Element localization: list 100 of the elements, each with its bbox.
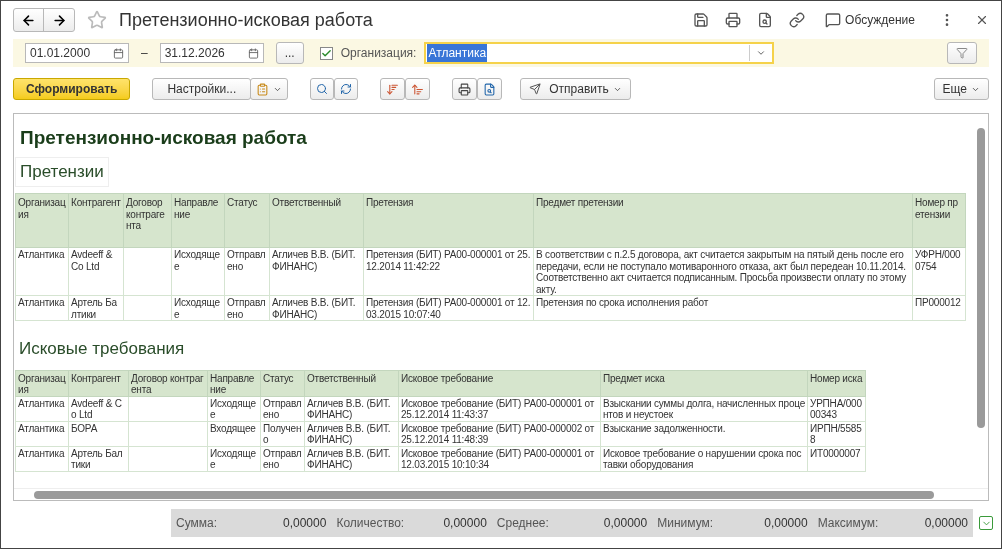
back-arrow-icon [21, 12, 36, 28]
settings-button[interactable]: Настройки... [152, 78, 252, 100]
date-field[interactable]: 31.12.2026 [159, 43, 264, 63]
period-button[interactable]: ... [275, 42, 304, 64]
column-header: Предмет претензии [533, 193, 913, 248]
clipboard-icon [256, 82, 270, 96]
horizontal-scrollbar[interactable] [14, 488, 988, 500]
table-cell: Исходящее [207, 446, 261, 471]
column-header: Направление [171, 193, 225, 248]
generate-button[interactable]: Сформировать [13, 78, 131, 100]
table-cell: Avdeeff & Co Ltd [68, 396, 129, 421]
link-icon[interactable] [789, 12, 806, 28]
total-value: 0,00000 [443, 515, 487, 532]
speech-bubble-icon [825, 12, 842, 28]
report-title: Претензионно-исковая работа [20, 126, 308, 150]
table-cell: Исковое требование о нарушении срока поставки оборудования [600, 446, 808, 471]
calendar-icon[interactable] [247, 47, 259, 59]
section-heading: Претензии [15, 156, 109, 187]
date-range-dash: – [141, 45, 148, 62]
preview-icon[interactable] [757, 12, 774, 28]
table-cell: Претензия (БИТ) РА00-000001 от 12.03.2015 10:07:40 [363, 295, 534, 321]
table-cell: Артель Балтики [68, 446, 129, 471]
table-cell: Входящее [207, 421, 261, 446]
section-heading: Исковые требования [18, 338, 186, 360]
column-header: Статус [260, 370, 305, 396]
dropdown-icon[interactable] [756, 48, 767, 58]
column-header: Номер претензии [912, 193, 966, 248]
preview-icon [483, 82, 497, 96]
table-cell: Исковое требование (БИТ) РА00-000002 от 25.12.2014 11:48:39 [398, 421, 601, 446]
table-cell: Атлантика [15, 295, 69, 321]
table-cell: Артель Балтики [68, 295, 124, 321]
table-cell: Исходящее [171, 295, 225, 321]
search-icon [316, 83, 329, 95]
calendar-icon[interactable] [113, 47, 124, 59]
table-cell: Агличев В.В. (БИТ.ФИНАНС) [304, 396, 399, 421]
column-header: Организация [15, 193, 69, 248]
expand-groups-button[interactable] [380, 78, 406, 100]
print-icon[interactable] [725, 12, 742, 28]
column-header: Номер иска [807, 370, 866, 396]
discussion-button[interactable]: Обсуждение [825, 11, 915, 29]
more-button[interactable]: Еще [933, 78, 989, 100]
table-cell: БОРА [68, 421, 129, 446]
total-value: 0,00000 [924, 515, 969, 532]
table-cell: ИРПН/55858 [807, 421, 866, 446]
total-label: Количество: [336, 515, 405, 532]
total-label: Сумма: [176, 515, 218, 532]
table-cell: Взыскание задолженности. [600, 421, 808, 446]
table-cell: Атлантика [15, 396, 69, 421]
table-cell: Агличев В.В. (БИТ.ФИНАНС) [304, 421, 399, 446]
refresh-icon [340, 83, 353, 95]
column-header: Контрагент [68, 193, 124, 248]
table-cell: УРПНА/00000343 [807, 396, 866, 421]
table-cell: В соответствии с п.2.5 договора, акт считается закрытым на пятый день после его передачи, если не поступало мотиваронного отказа, акт был передеан 10.11.2014. Соответственно акт считается подписанным. Просьба произвести оплату по этому акту. [533, 247, 913, 296]
table-cell: Отправлено [260, 396, 305, 421]
column-header: Организация [15, 370, 69, 396]
window-title: Претензионно-исковая работа [119, 8, 373, 32]
table-cell: Исходящее [171, 247, 225, 296]
column-header: Договор контрагента [128, 370, 208, 396]
column-header: Предмет иска [600, 370, 808, 396]
organization-checkbox[interactable] [319, 46, 333, 60]
column-header: Исковое требование [398, 370, 601, 396]
find-button[interactable] [310, 78, 335, 100]
column-header: Контрагент [68, 370, 129, 396]
total-label: Минимум: [657, 515, 714, 532]
table-cell: Атлантика [15, 247, 69, 296]
sort-down-icon [386, 82, 400, 96]
total-value: 0,00000 [283, 515, 327, 532]
date-field[interactable]: 01.01.2000 [25, 43, 129, 63]
table-cell: Avdeeff & Co Ltd [68, 247, 124, 296]
organization-field[interactable]: Атлантика [424, 42, 775, 64]
funnel-icon [956, 47, 968, 59]
send-button[interactable]: Отправить [520, 78, 631, 100]
collapse-groups-button[interactable] [405, 78, 431, 100]
column-header: Направление [207, 370, 261, 396]
print-button[interactable] [452, 78, 478, 100]
table-cell: Отправлено [260, 446, 305, 471]
table-cell: Агличев В.В. (БИТ.ФИНАНС) [304, 446, 399, 471]
table-cell: Исковое требование (БИТ) РА00-000001 от 12.03.2015 10:10:34 [398, 446, 601, 471]
table-cell: Претензия по срока исполнения работ [533, 295, 913, 321]
favorite-star-icon[interactable] [87, 10, 107, 30]
organization-label: Организация: [340, 45, 417, 62]
table-cell: Исходящее [207, 396, 261, 421]
total-label: Среднее: [496, 515, 549, 532]
table-cell: Исковое требование (БИТ) РА00-000001 от 25.12.2014 11:43:37 [398, 396, 601, 421]
column-header: Договор контрагента [123, 193, 172, 248]
expand-totals-icon[interactable] [979, 516, 993, 530]
print-preview-button[interactable] [477, 78, 503, 100]
total-label: Максимум: [817, 515, 879, 532]
table-cell: Атлантика [15, 421, 69, 446]
find-next-button[interactable] [334, 78, 359, 100]
sort-up-icon [411, 82, 425, 96]
table-cell [123, 247, 172, 296]
table-cell: Агличев В.В. (БИТ.ФИНАНС) [269, 295, 364, 321]
column-header: Ответственный [269, 193, 364, 248]
table-cell: Отправлено [224, 295, 270, 321]
table-cell: ПР000012 [912, 295, 966, 321]
table-cell: Отправлено [224, 247, 270, 296]
save-icon[interactable] [693, 12, 710, 28]
close-icon[interactable] [975, 13, 989, 27]
column-header: Ответственный [304, 370, 399, 396]
